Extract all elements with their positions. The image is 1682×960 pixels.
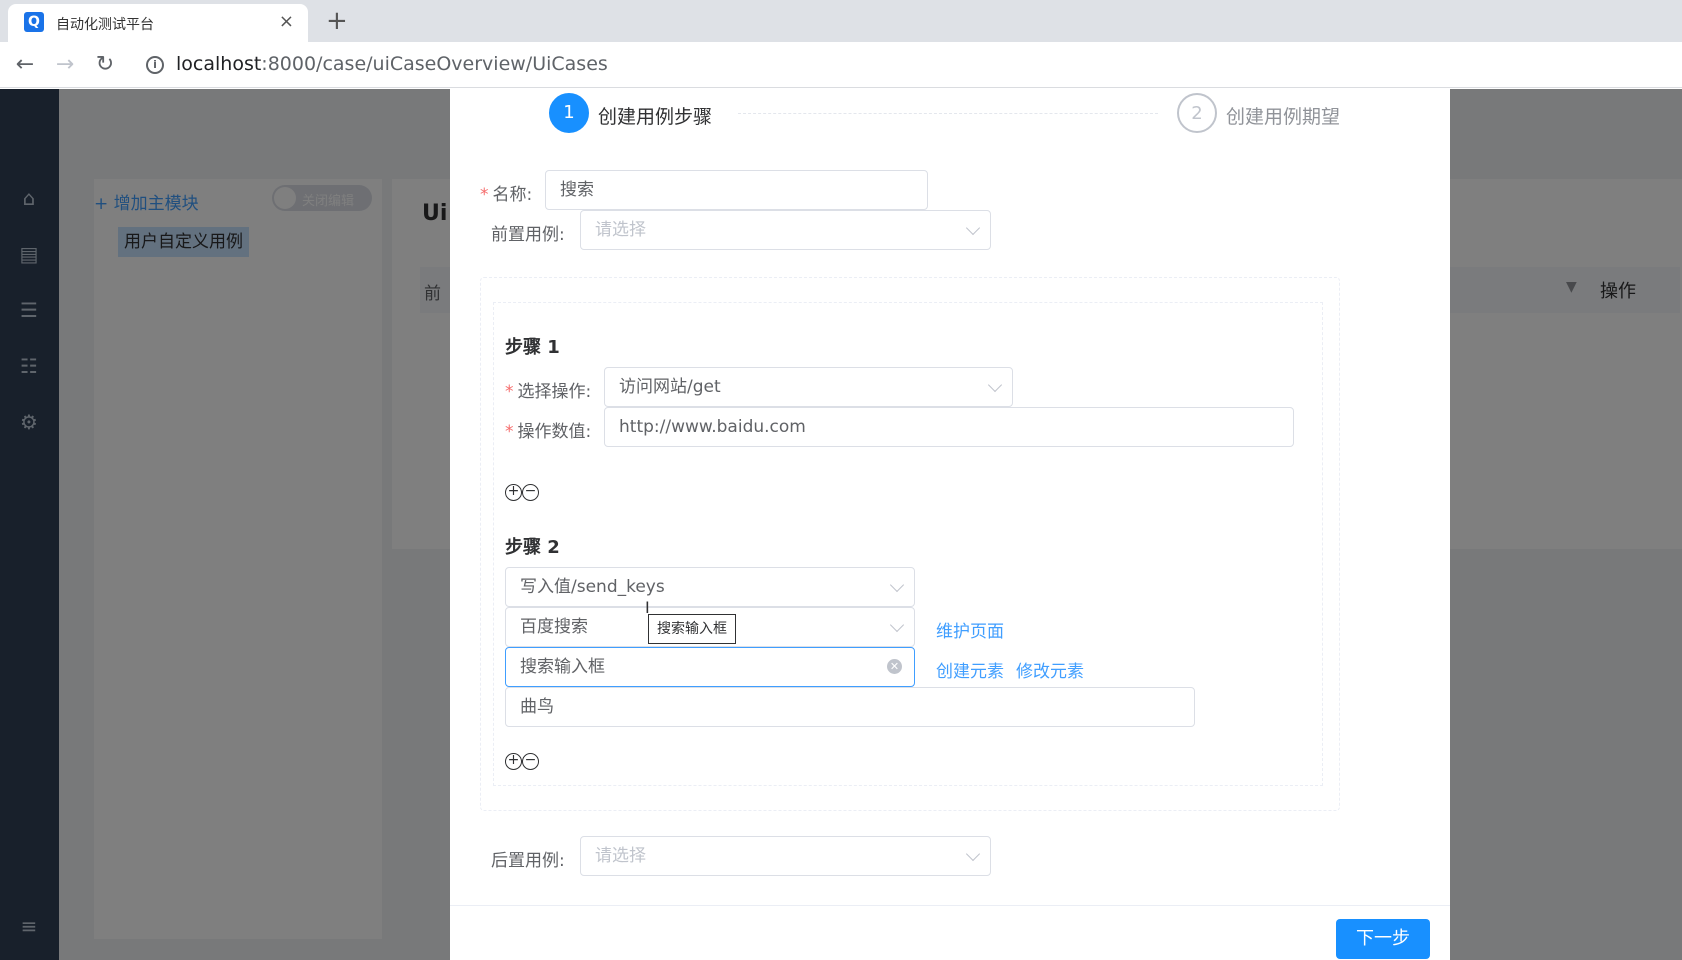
name-input[interactable]: 搜索 bbox=[545, 170, 928, 210]
step-connector bbox=[738, 113, 1158, 114]
forward-icon[interactable]: → bbox=[52, 52, 78, 78]
create-element-link[interactable]: 创建元素 bbox=[936, 657, 1004, 682]
dialog-footer-divider bbox=[450, 905, 1450, 906]
browser-toolbar: ← → ↻ i localhost:8000/case/uiCaseOvervi… bbox=[0, 42, 1682, 88]
step-1-operation-value: 访问网站/get bbox=[619, 377, 721, 397]
step-1-circle: 1 bbox=[549, 93, 589, 133]
add-step-icon[interactable]: + bbox=[505, 753, 522, 770]
step-2-add-remove: + − bbox=[505, 749, 539, 770]
url-host: localhost bbox=[176, 53, 262, 75]
step-1-heading: 步骤 1 bbox=[505, 337, 560, 358]
remove-step-icon[interactable]: − bbox=[522, 484, 539, 501]
chevron-down-icon bbox=[965, 220, 981, 236]
reload-icon[interactable]: ↻ bbox=[92, 52, 118, 78]
chevron-down-icon bbox=[965, 846, 981, 862]
address-bar[interactable]: localhost:8000/case/uiCaseOverview/UiCas… bbox=[176, 53, 608, 75]
step-1-value-input[interactable]: http://www.baidu.com bbox=[604, 407, 1294, 447]
post-case-placeholder: 请选择 bbox=[595, 846, 646, 866]
step-2-element-value: 搜索输入框 bbox=[520, 657, 605, 677]
chevron-down-icon bbox=[987, 377, 1003, 393]
pre-case-placeholder: 请选择 bbox=[595, 220, 646, 240]
chevron-down-icon bbox=[889, 577, 905, 593]
step-2-heading: 步骤 2 bbox=[505, 537, 560, 558]
browser-tab[interactable]: Q 自动化测试平台 × bbox=[8, 4, 308, 42]
element-tooltip: 搜索输入框 bbox=[648, 614, 736, 644]
step-2-element-select[interactable]: 搜索输入框 ✕ bbox=[505, 647, 915, 687]
pre-case-select[interactable]: 请选择 bbox=[580, 210, 991, 250]
next-step-button[interactable]: 下一步 bbox=[1336, 919, 1430, 959]
post-case-select[interactable]: 请选择 bbox=[580, 836, 991, 876]
value-label: * 操作数值: bbox=[505, 422, 592, 442]
pre-case-label: 前置用例: bbox=[491, 225, 565, 245]
remove-step-icon[interactable]: − bbox=[522, 753, 539, 770]
step-2-value-input[interactable]: 曲鸟 bbox=[505, 687, 1195, 727]
step-2-operation-select[interactable]: 写入值/send_keys bbox=[505, 567, 915, 607]
favicon-icon: Q bbox=[24, 12, 44, 32]
close-tab-icon[interactable]: × bbox=[279, 12, 294, 32]
value-label-text: 操作数值: bbox=[517, 422, 592, 442]
step-1-title: 创建用例步骤 bbox=[598, 106, 713, 128]
name-label: * 名称: bbox=[480, 185, 533, 205]
create-case-dialog: 1 创建用例步骤 2 创建用例期望 * 名称: 搜索 前置用例: 请选择 步骤 1… bbox=[450, 89, 1450, 960]
post-case-label: 后置用例: bbox=[491, 851, 565, 871]
step-2-circle: 2 bbox=[1177, 93, 1217, 133]
step-2-title: 创建用例期望 bbox=[1226, 106, 1341, 128]
clear-icon[interactable]: ✕ bbox=[887, 659, 902, 674]
url-path: :8000/case/uiCaseOverview/UiCases bbox=[261, 53, 608, 75]
add-step-icon[interactable]: + bbox=[505, 484, 522, 501]
browser-tabbar: Q 自动化测试平台 × + bbox=[0, 0, 1682, 42]
step-1-operation-select[interactable]: 访问网站/get bbox=[604, 367, 1013, 407]
operation-label: * 选择操作: bbox=[505, 382, 592, 402]
step-2-operation-value: 写入值/send_keys bbox=[520, 577, 665, 597]
name-label-text: 名称: bbox=[492, 185, 533, 205]
steps-indicator: 1 创建用例步骤 2 创建用例期望 bbox=[450, 89, 1450, 139]
new-tab-button[interactable]: + bbox=[326, 6, 348, 36]
step-1-add-remove: + − bbox=[505, 480, 539, 501]
maintain-page-link[interactable]: 维护页面 bbox=[936, 617, 1004, 642]
back-icon[interactable]: ← bbox=[12, 52, 38, 78]
site-info-icon[interactable]: i bbox=[146, 56, 164, 74]
operation-label-text: 选择操作: bbox=[517, 382, 592, 402]
modify-element-link[interactable]: 修改元素 bbox=[1016, 657, 1084, 682]
tab-title: 自动化测试平台 bbox=[56, 17, 154, 33]
chevron-down-icon bbox=[889, 617, 905, 633]
step-2-page-value: 百度搜索 bbox=[520, 617, 588, 637]
steps-container bbox=[480, 277, 1340, 811]
